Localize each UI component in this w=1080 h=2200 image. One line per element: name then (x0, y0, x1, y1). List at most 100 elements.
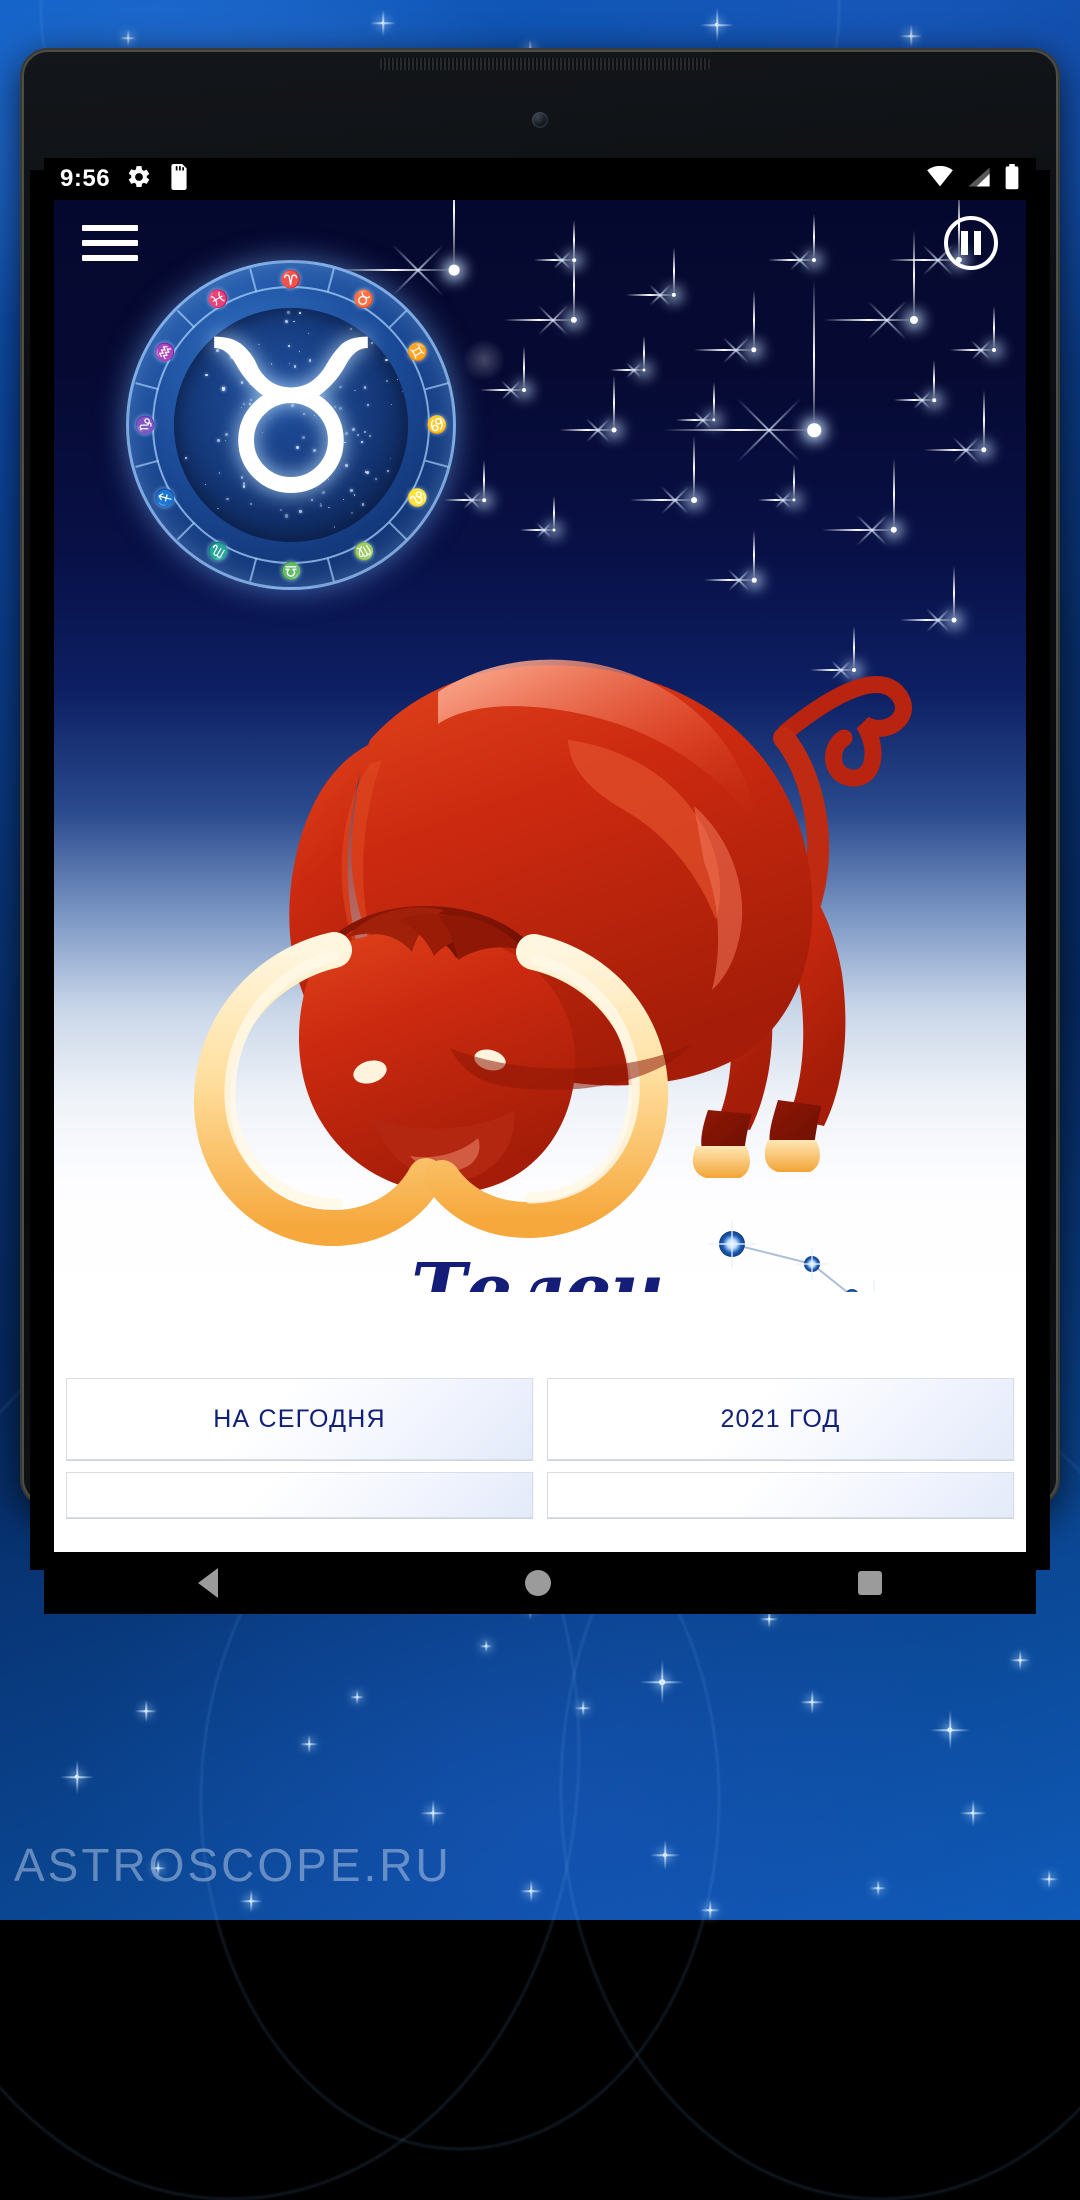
star-ray (480, 389, 524, 391)
star-core (691, 497, 697, 503)
star-core (642, 368, 645, 371)
home-icon[interactable] (525, 1570, 551, 1596)
star-ray (737, 398, 802, 463)
star-ray (775, 492, 791, 508)
star-ray (822, 529, 894, 531)
star-core (792, 498, 795, 501)
star-ray (793, 464, 795, 500)
star-ray (713, 382, 715, 420)
star-ray (758, 499, 794, 501)
star-ray (857, 514, 889, 546)
wallpaper-star (900, 25, 922, 47)
star-ray (463, 491, 481, 509)
star-ray (661, 486, 689, 514)
horoscope-app-window: ♈ ♉ ♊ ♋ ♌ ♍ ♎ ♏ ♐ ♑ ♒ ♓ ♉ Телец НА СЕГОД… (54, 200, 1026, 1552)
pause-icon[interactable] (944, 216, 998, 270)
star-ray (626, 362, 641, 377)
star-core (891, 527, 897, 533)
star-ray (723, 337, 750, 364)
zodiac-sign-title: Телец (54, 1248, 1026, 1292)
star-ray (704, 579, 754, 581)
star-ray (538, 305, 569, 336)
star-core (981, 447, 986, 452)
star-ray (933, 360, 935, 400)
star-ray (630, 499, 694, 501)
star-ray (894, 399, 934, 401)
star-ray (523, 346, 525, 390)
zodiac-hero-image: ♈ ♉ ♊ ♋ ♌ ♍ ♎ ♏ ♐ ♑ ♒ ♓ ♉ Телец (54, 200, 1026, 1292)
star-ray (585, 418, 609, 442)
star-ray (983, 390, 985, 450)
bull-illustration (138, 620, 938, 1260)
star-ray (953, 437, 980, 464)
hamburger-menu-icon[interactable] (82, 220, 138, 266)
star-ray (536, 522, 551, 537)
button-row-primary: НА СЕГОДНЯ 2021 ГОД (66, 1378, 1014, 1460)
star-ray (737, 398, 802, 463)
star-ray (971, 340, 991, 360)
star-ray (753, 290, 755, 350)
star-ray (536, 522, 551, 537)
recents-icon[interactable] (858, 1571, 882, 1595)
star-core (910, 316, 918, 324)
today-horoscope-button[interactable]: НА СЕГОДНЯ (66, 1378, 533, 1460)
button-row-secondary (66, 1472, 1014, 1518)
star-core (932, 398, 936, 402)
sd-card-icon (168, 164, 190, 195)
secondary-button-right[interactable] (547, 1472, 1014, 1518)
star-ray (867, 300, 906, 339)
star-ray (694, 411, 711, 428)
tablet-device-frame: 9:56 ♈ ♉ ♊ ♋ ♌ ♍ ♎ ♏ ♐ ♑ ♒ ♓ ♉ Телец НА … (22, 50, 1058, 1505)
taurus-symbol-icon: ♉ (126, 260, 456, 590)
star-ray (824, 319, 914, 321)
star-core (752, 578, 757, 583)
star-core (672, 293, 676, 297)
star-ray (585, 418, 609, 442)
app-toolbar (54, 200, 1026, 286)
wallpaper-watermark: ASTROSCOPE.RU (14, 1838, 452, 1892)
star-ray (676, 419, 714, 421)
wifi-icon (926, 166, 954, 193)
star-ray (661, 486, 689, 514)
star-core (992, 348, 996, 352)
star-core (612, 428, 617, 433)
year-horoscope-button[interactable]: 2021 ГОД (547, 1378, 1014, 1460)
back-icon[interactable] (198, 1568, 218, 1598)
zodiac-wheel-medallion: ♈ ♉ ♊ ♋ ♌ ♍ ♎ ♏ ♐ ♑ ♒ ♓ ♉ (126, 260, 456, 590)
menu-bar (82, 255, 138, 261)
android-status-bar: 9:56 (44, 158, 1036, 200)
star-ray (728, 569, 750, 591)
star-ray (813, 280, 815, 430)
star-core (952, 618, 957, 623)
status-bar-clock: 9:56 (60, 165, 110, 193)
star-ray (610, 369, 644, 371)
star-ray (649, 284, 670, 305)
android-navigation-bar (44, 1552, 1036, 1614)
star-ray (867, 300, 906, 339)
star-ray (857, 514, 889, 546)
star-core (552, 528, 555, 531)
menu-bar (82, 225, 138, 231)
star-ray (775, 492, 791, 508)
star-ray (664, 429, 814, 431)
star-ray (913, 391, 931, 409)
star-core (910, 35, 913, 38)
star-ray (613, 375, 615, 430)
star-ray (643, 336, 645, 370)
battery-icon (1004, 164, 1020, 195)
signal-icon (966, 166, 992, 193)
star-ray (626, 294, 674, 296)
star-ray (520, 529, 554, 531)
star-ray (694, 411, 711, 428)
star-ray (463, 491, 481, 509)
status-bar-left: 9:56 (60, 164, 190, 195)
star-ray (728, 569, 750, 591)
pause-bar (974, 231, 981, 255)
secondary-button-left[interactable] (66, 1472, 533, 1518)
star-ray (649, 284, 670, 305)
star-ray (924, 449, 984, 451)
star-core (712, 418, 715, 421)
star-core (571, 317, 577, 323)
star-ray (971, 340, 991, 360)
star-ray (501, 380, 521, 400)
